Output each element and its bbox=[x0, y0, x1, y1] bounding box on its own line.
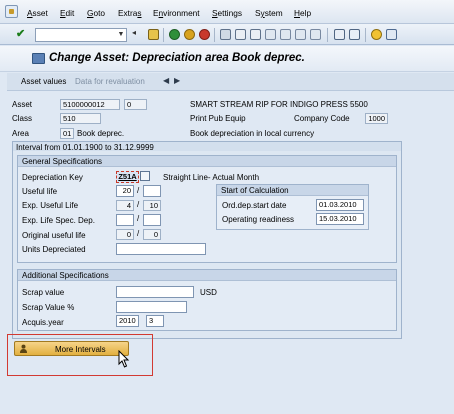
operating-readiness-label: Operating readiness bbox=[222, 215, 295, 224]
save-icon[interactable] bbox=[148, 29, 159, 40]
shortcut-icon[interactable] bbox=[349, 29, 360, 40]
slash-separator: / bbox=[137, 229, 140, 238]
exp-life-spec-periods-field[interactable] bbox=[143, 214, 161, 226]
menu-bar: Asset Edit Goto Extras Environment Setti… bbox=[0, 0, 454, 24]
units-depreciated-field[interactable] bbox=[116, 243, 206, 255]
area-name: Book deprec. bbox=[77, 129, 125, 138]
currency-label: USD bbox=[200, 288, 217, 297]
menu-goto[interactable]: Goto bbox=[87, 8, 105, 18]
help-icon[interactable] bbox=[371, 29, 382, 40]
standard-toolbar: ✔ ▼ ◂ bbox=[0, 24, 454, 45]
useful-life-label: Useful life bbox=[22, 187, 58, 196]
exp-useful-life-periods-field[interactable]: 10 bbox=[143, 200, 161, 211]
class-label: Class bbox=[12, 114, 33, 123]
menu-edit[interactable]: Edit bbox=[60, 8, 74, 18]
units-depreciated-label: Units Depreciated bbox=[22, 245, 86, 254]
area-description: Book depreciation in local currency bbox=[190, 129, 315, 138]
acquis-year-field[interactable]: 2010 bbox=[116, 315, 139, 327]
find-icon[interactable] bbox=[235, 29, 246, 40]
depreciation-key-label: Depreciation Key bbox=[22, 173, 83, 182]
menu-system[interactable]: System bbox=[255, 8, 283, 18]
exp-life-spec-years-field[interactable] bbox=[116, 214, 134, 226]
depreciation-key-field[interactable]: Z51A bbox=[116, 171, 139, 183]
original-useful-life-periods-field[interactable]: 0 bbox=[143, 229, 161, 240]
command-field-collapse-icon[interactable]: ◂ bbox=[132, 28, 136, 39]
exp-life-spec-dep-label: Exp. Life Spec. Dep. bbox=[22, 216, 95, 225]
toolbar-separator bbox=[327, 28, 328, 42]
asset-values-button[interactable]: Asset values bbox=[21, 77, 66, 86]
next-page-icon[interactable] bbox=[295, 29, 306, 40]
back-icon[interactable] bbox=[169, 29, 180, 40]
general-specifications-title: General Specifications bbox=[18, 156, 396, 167]
screen-icon bbox=[32, 53, 45, 64]
toolbar-separator bbox=[214, 28, 215, 42]
additional-specifications-title: Additional Specifications bbox=[18, 270, 396, 281]
useful-life-periods-field[interactable] bbox=[143, 185, 161, 197]
class-field[interactable]: 510 bbox=[60, 113, 101, 124]
area-label: Area bbox=[12, 129, 29, 138]
cancel-icon[interactable] bbox=[199, 29, 210, 40]
area-field[interactable]: 01 bbox=[60, 128, 74, 139]
prev-page-icon[interactable] bbox=[280, 29, 291, 40]
scrap-value-percent-field[interactable] bbox=[116, 301, 187, 313]
menu-settings[interactable]: Settings bbox=[212, 8, 242, 18]
company-code-field[interactable]: 1000 bbox=[365, 113, 388, 124]
previous-area-icon[interactable]: ◀ bbox=[163, 76, 169, 85]
new-session-icon[interactable] bbox=[334, 29, 345, 40]
slash-separator: / bbox=[137, 186, 140, 195]
additional-specifications-frame: Additional Specifications bbox=[17, 269, 397, 331]
menu-help[interactable]: Help bbox=[294, 8, 311, 18]
first-page-icon[interactable] bbox=[265, 29, 276, 40]
slash-separator: / bbox=[137, 214, 140, 223]
asset-subnumber-field[interactable]: 0 bbox=[124, 99, 147, 110]
menu-extras[interactable]: Extras bbox=[118, 8, 142, 18]
acquis-period-field[interactable]: 3 bbox=[146, 315, 164, 327]
exp-useful-life-label: Exp. Useful Life bbox=[22, 201, 79, 210]
find-next-icon[interactable] bbox=[250, 29, 261, 40]
toolbar-separator bbox=[163, 28, 164, 42]
value-help-icon[interactable] bbox=[140, 171, 150, 181]
toolbar-separator bbox=[365, 28, 366, 42]
slash-separator: / bbox=[137, 200, 140, 209]
title-bar: Change Asset: Depreciation area Book dep… bbox=[0, 46, 454, 72]
command-field[interactable]: ▼ bbox=[35, 28, 127, 42]
useful-life-years-field[interactable]: 20 bbox=[116, 185, 134, 197]
ord-dep-start-date-label: Ord.dep.start date bbox=[222, 201, 287, 210]
last-page-icon[interactable] bbox=[310, 29, 321, 40]
asset-description: SMART STREAM RIP FOR INDIGO PRESS 5500 bbox=[190, 100, 368, 109]
scrap-value-field[interactable] bbox=[116, 286, 194, 298]
operating-readiness-field[interactable]: 15.03.2010 bbox=[316, 213, 364, 225]
company-code-label: Company Code bbox=[294, 114, 350, 123]
asset-label: Asset bbox=[12, 100, 33, 109]
mouse-pointer-icon bbox=[118, 350, 130, 368]
menu-asset[interactable]: Asset bbox=[27, 8, 48, 18]
data-for-revaluation-button[interactable]: Data for revaluation bbox=[75, 77, 145, 86]
start-of-calculation-title: Start of Calculation bbox=[217, 185, 368, 196]
enter-icon[interactable]: ✔ bbox=[16, 29, 27, 40]
sap-system-icon[interactable] bbox=[5, 5, 18, 18]
acquis-year-label: Acquis.year bbox=[22, 318, 64, 327]
next-area-icon[interactable]: ▶ bbox=[174, 76, 180, 85]
original-useful-life-years-field[interactable]: 0 bbox=[116, 229, 134, 240]
layout-icon[interactable] bbox=[386, 29, 397, 40]
ord-dep-start-date-field[interactable]: 01.03.2010 bbox=[316, 199, 364, 211]
highlight-box bbox=[7, 334, 153, 376]
asset-number-field[interactable]: 5100000012 bbox=[60, 99, 120, 110]
page-title: Change Asset: Depreciation area Book dep… bbox=[49, 52, 305, 64]
depreciation-key-text: Straight Line- Actual Month bbox=[163, 173, 260, 182]
original-useful-life-label: Original useful life bbox=[22, 231, 86, 240]
application-toolbar: Asset values Data for revaluation ◀ ▶ bbox=[7, 73, 454, 91]
scrap-value-label: Scrap value bbox=[22, 288, 65, 297]
exit-icon[interactable] bbox=[184, 29, 195, 40]
scrap-value-percent-label: Scrap Value % bbox=[22, 303, 75, 312]
print-icon[interactable] bbox=[220, 29, 231, 40]
chevron-down-icon[interactable]: ▼ bbox=[116, 29, 126, 41]
exp-useful-life-years-field[interactable]: 4 bbox=[116, 200, 134, 211]
class-description: Print Pub Equip bbox=[190, 114, 246, 123]
menu-environment[interactable]: Environment bbox=[153, 8, 200, 18]
